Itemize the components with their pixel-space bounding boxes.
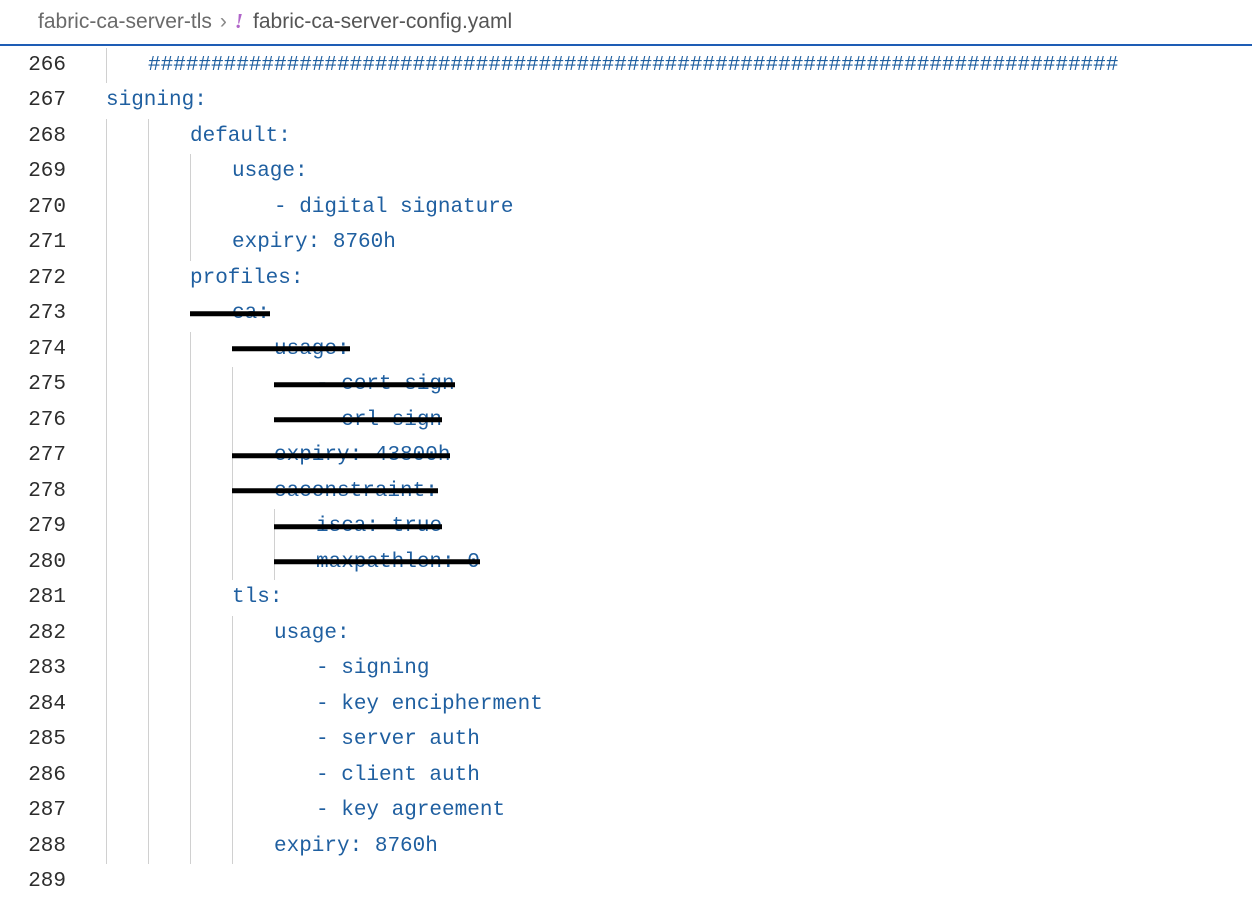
code-line[interactable]: - crl sign — [92, 403, 1252, 439]
line-number: 284 — [0, 687, 66, 723]
code-line[interactable]: maxpathlen: 0 — [92, 545, 1252, 581]
code-editor[interactable]: 2662672682692702712722732742752762772782… — [0, 46, 1252, 900]
code-line[interactable]: usage: — [92, 332, 1252, 368]
code-text: expiry: 8760h — [92, 835, 438, 858]
line-number: 288 — [0, 829, 66, 865]
code-line[interactable]: expiry: 8760h — [92, 225, 1252, 261]
yaml-file-icon: ! — [235, 4, 243, 40]
line-number: 275 — [0, 367, 66, 403]
code-text: - client auth — [92, 764, 480, 787]
line-number: 272 — [0, 261, 66, 297]
line-number: 280 — [0, 545, 66, 581]
code-line[interactable]: ########################################… — [92, 48, 1252, 84]
code-line[interactable]: usage: — [92, 154, 1252, 190]
strikethrough-annotation — [232, 489, 438, 494]
code-line[interactable]: signing: — [92, 83, 1252, 119]
line-number-gutter: 2662672682692702712722732742752762772782… — [0, 48, 92, 900]
code-line[interactable]: - key agreement — [92, 793, 1252, 829]
line-number: 271 — [0, 225, 66, 261]
code-line[interactable]: isca: true — [92, 509, 1252, 545]
code-text: ########################################… — [92, 54, 1118, 77]
line-number: 273 — [0, 296, 66, 332]
breadcrumb-folder[interactable]: fabric-ca-server-tls — [38, 4, 212, 40]
line-number: 270 — [0, 190, 66, 226]
code-text: - digital signature — [92, 196, 513, 219]
line-number: 279 — [0, 509, 66, 545]
code-text: expiry: 8760h — [92, 231, 396, 254]
code-line[interactable]: - cert sign — [92, 367, 1252, 403]
code-text: signing: — [92, 89, 207, 112]
breadcrumb[interactable]: fabric-ca-server-tls › ! fabric-ca-serve… — [0, 0, 1252, 46]
code-line[interactable]: profiles: — [92, 261, 1252, 297]
line-number: 282 — [0, 616, 66, 652]
code-line[interactable]: default: — [92, 119, 1252, 155]
code-line[interactable]: - signing — [92, 651, 1252, 687]
code-text: usage: — [92, 160, 308, 183]
code-text: usage: — [92, 622, 350, 645]
line-number: 268 — [0, 119, 66, 155]
code-line[interactable] — [92, 864, 1252, 900]
line-number: 283 — [0, 651, 66, 687]
breadcrumb-file[interactable]: fabric-ca-server-config.yaml — [253, 4, 512, 40]
code-line[interactable]: ca: — [92, 296, 1252, 332]
line-number: 277 — [0, 438, 66, 474]
line-number: 287 — [0, 793, 66, 829]
code-line[interactable]: - key encipherment — [92, 687, 1252, 723]
line-number: 281 — [0, 580, 66, 616]
code-line[interactable]: expiry: 8760h — [92, 829, 1252, 865]
code-text — [92, 870, 106, 893]
chevron-right-icon: › — [220, 4, 227, 40]
line-number: 269 — [0, 154, 66, 190]
code-line[interactable]: - digital signature — [92, 190, 1252, 226]
code-area[interactable]: ########################################… — [92, 48, 1252, 900]
strikethrough-annotation — [274, 524, 442, 529]
strikethrough-annotation — [274, 418, 442, 423]
code-text: profiles: — [92, 267, 303, 290]
code-text: - server auth — [92, 728, 480, 751]
code-line[interactable]: expiry: 43800h — [92, 438, 1252, 474]
strikethrough-annotation — [190, 311, 270, 316]
code-text: - key encipherment — [92, 693, 543, 716]
code-line[interactable]: caconstraint: — [92, 474, 1252, 510]
code-line[interactable]: tls: — [92, 580, 1252, 616]
strikethrough-annotation — [232, 453, 450, 458]
line-number: 289 — [0, 864, 66, 900]
code-line[interactable]: - server auth — [92, 722, 1252, 758]
code-line[interactable]: usage: — [92, 616, 1252, 652]
line-number: 286 — [0, 758, 66, 794]
code-text: - signing — [92, 657, 429, 680]
code-text: tls: — [92, 586, 282, 609]
strikethrough-annotation — [274, 560, 480, 565]
line-number: 266 — [0, 48, 66, 84]
line-number: 276 — [0, 403, 66, 439]
line-number: 267 — [0, 83, 66, 119]
code-text: - key agreement — [92, 799, 505, 822]
line-number: 285 — [0, 722, 66, 758]
line-number: 278 — [0, 474, 66, 510]
code-line[interactable]: - client auth — [92, 758, 1252, 794]
line-number: 274 — [0, 332, 66, 368]
strikethrough-annotation — [232, 347, 350, 352]
code-text: default: — [92, 125, 291, 148]
strikethrough-annotation — [274, 382, 455, 387]
